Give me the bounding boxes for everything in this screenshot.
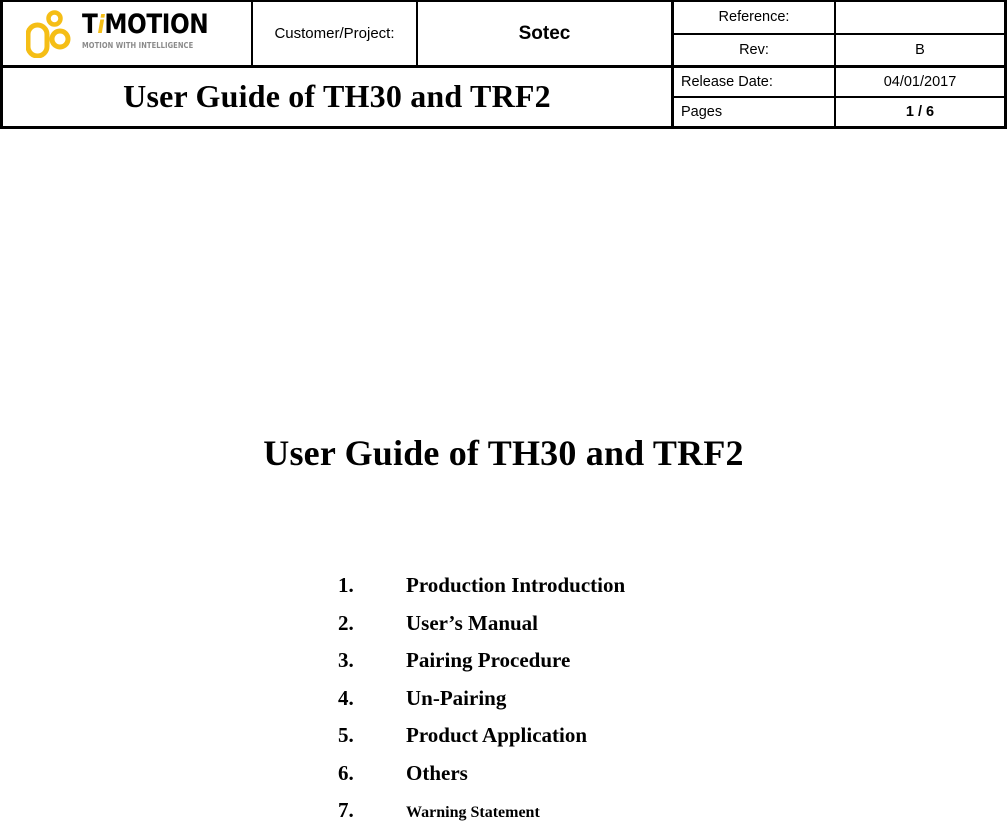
list-item: 4. Un-Pairing (338, 686, 938, 724)
header-bottom-row: User Guide of TH30 and TRF2 Release Date… (3, 65, 1004, 126)
meta-value-reference (836, 2, 1004, 33)
timotion-tagline: MOTION WITH INTELLIGENCE (81, 40, 193, 50)
company-logo-cell: TiMOTION MOTION WITH INTELLIGENCE (3, 2, 253, 65)
header-top-row: TiMOTION MOTION WITH INTELLIGENCE Custom… (3, 2, 1004, 65)
timotion-logo-wordmark-block: TiMOTION MOTION WITH INTELLIGENCE (82, 8, 229, 51)
header-meta-upper: Reference: Rev: B (674, 2, 1004, 65)
meta-row-release-date: Release Date: 04/01/2017 (674, 68, 1004, 96)
document-header-table: TiMOTION MOTION WITH INTELLIGENCE Custom… (0, 0, 1007, 129)
wordmark-i: i (96, 9, 104, 39)
timotion-wordmark: TiMOTION (81, 8, 209, 40)
toc-number: 5. (338, 723, 354, 747)
wordmark-t: T (81, 8, 98, 40)
document-page: TiMOTION MOTION WITH INTELLIGENCE Custom… (0, 0, 1007, 826)
meta-value-release-date: 04/01/2017 (883, 74, 957, 90)
header-meta-lower: Release Date: 04/01/2017 Pages 1 / 6 (674, 68, 1004, 126)
toc-number: 1. (338, 573, 354, 597)
meta-key-reference: Reference: (674, 2, 836, 33)
customer-project-label: Customer/Project: (253, 2, 418, 65)
toc-number: 2. (338, 610, 354, 635)
toc-label: Production Introduction (406, 573, 626, 597)
table-of-contents: 1. Production Introduction 2. User’s Man… (338, 573, 938, 836)
toc-number: 4. (338, 685, 354, 710)
wordmark-motion: MOTION (103, 8, 208, 40)
toc-number: 7. (338, 798, 354, 822)
toc-label: Pairing Procedure (406, 648, 571, 672)
meta-row-rev: Rev: B (674, 32, 1004, 65)
toc-number: 6. (338, 760, 354, 785)
customer-project-value: Sotec (418, 2, 674, 65)
header-document-title: User Guide of TH30 and TRF2 (3, 68, 674, 126)
toc-number: 3. (338, 648, 354, 672)
list-item: 7. Warning Statement (338, 798, 938, 836)
toc-label: Others (406, 760, 468, 785)
toc-label: User’s Manual (406, 610, 539, 635)
toc-label: Product Application (406, 723, 588, 747)
meta-value-pages: 1 / 6 (905, 104, 935, 120)
meta-key-release-date: Release Date: (674, 68, 836, 96)
timotion-logo-mark-icon (25, 8, 76, 58)
timotion-logo: TiMOTION MOTION WITH INTELLIGENCE (25, 8, 229, 58)
list-item: 5. Product Application (338, 723, 938, 761)
meta-key-rev: Rev: (674, 34, 836, 65)
meta-row-reference: Reference: (674, 2, 1004, 33)
list-item: 1. Production Introduction (338, 573, 938, 611)
list-item: 3. Pairing Procedure (338, 648, 938, 686)
list-item: 6. Others (338, 761, 938, 799)
meta-value-rev: B (915, 41, 925, 58)
list-item: 2. User’s Manual (338, 611, 938, 649)
meta-key-pages: Pages (674, 98, 836, 126)
toc-label: Un-Pairing (406, 685, 507, 710)
meta-row-pages: Pages 1 / 6 (674, 96, 1004, 126)
toc-label: Warning Statement (406, 804, 540, 821)
page-title: User Guide of TH30 and TRF2 (263, 433, 744, 473)
